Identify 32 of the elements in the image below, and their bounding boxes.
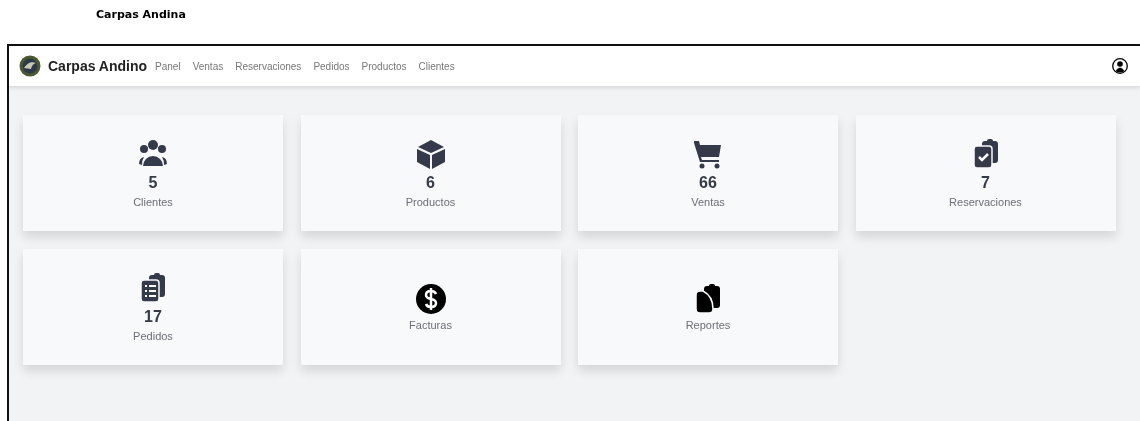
logo-icon [19, 55, 41, 77]
dashboard-card[interactable]: 5 Clientes [23, 115, 283, 231]
card-count: 7 [981, 174, 990, 192]
page-title: Carpas Andina [95, 7, 187, 23]
card-label: Facturas [409, 319, 452, 331]
dashboard-card[interactable]: Facturas [300, 249, 561, 365]
cart-icon [692, 138, 724, 170]
nav-link[interactable]: Clientes [418, 60, 455, 72]
brand-name[interactable]: Carpas Andino [48, 58, 148, 74]
dashboard-card[interactable]: 66 Ventas [578, 115, 838, 231]
card-label: Productos [405, 196, 456, 208]
card-label: Pedidos [133, 330, 173, 342]
nav-link[interactable]: Panel [155, 60, 181, 72]
dashboard-card[interactable]: 7 Reservaciones [855, 115, 1116, 231]
card-label: Reservaciones [949, 196, 1022, 208]
card-count: 5 [148, 174, 158, 192]
card-count: 17 [144, 308, 162, 326]
dollar-icon [414, 283, 447, 315]
card-count: 66 [699, 174, 717, 192]
nav-link[interactable]: Productos [361, 60, 407, 72]
nav-link[interactable]: Reservaciones [235, 60, 302, 72]
card-label: Clientes [133, 196, 173, 208]
dashboard-card[interactable]: 17 Pedidos [23, 249, 283, 365]
dashboard-card[interactable]: Reportes [578, 249, 838, 365]
nav-link[interactable]: Pedidos [313, 60, 350, 72]
card-label: Ventas [691, 196, 725, 208]
cube-icon [414, 138, 447, 170]
dashboard-card[interactable]: 6 Productos [300, 115, 561, 231]
nav-link[interactable]: Ventas [192, 60, 224, 72]
user-account-icon[interactable] [1112, 58, 1128, 74]
card-label: Reportes [685, 319, 731, 331]
card-count: 6 [426, 174, 435, 192]
